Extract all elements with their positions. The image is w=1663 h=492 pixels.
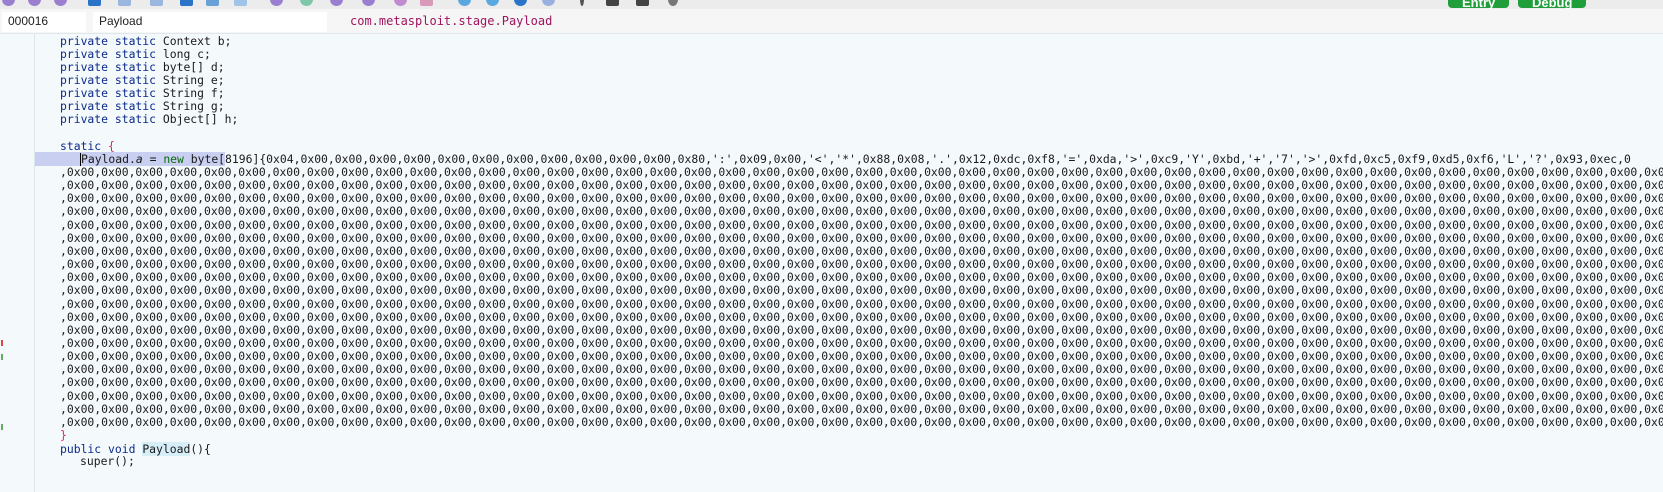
byte-array-row: ,0x00,0x00,0x00,0x00,0x00,0x00,0x00,0x00… bbox=[60, 204, 1663, 219]
byte-array-row: ,0x00,0x00,0x00,0x00,0x00,0x00,0x00,0x00… bbox=[60, 375, 1663, 390]
code-keyword: static bbox=[60, 139, 102, 153]
ellipsis-icon[interactable] bbox=[668, 0, 678, 6]
code-keyword: private static bbox=[60, 34, 157, 48]
byte-array-row: ,0x00,0x00,0x00,0x00,0x00,0x00,0x00,0x00… bbox=[60, 349, 1663, 364]
more-icon[interactable] bbox=[542, 0, 555, 6]
code-text: Context b; bbox=[156, 34, 232, 48]
byte-array-row: ,0x00,0x00,0x00,0x00,0x00,0x00,0x00,0x00… bbox=[60, 217, 1663, 232]
open-brace: { bbox=[108, 139, 115, 153]
code-text: = bbox=[142, 152, 164, 166]
code-line: Payload.a = new byte[8196]{0x04,0x00,0x0… bbox=[80, 152, 1631, 166]
code-keyword: private static bbox=[60, 112, 157, 126]
tool2-icon[interactable] bbox=[206, 0, 219, 6]
byte-array-row: ,0x00,0x00,0x00,0x00,0x00,0x00,0x00,0x00… bbox=[60, 178, 1663, 193]
byte-array-row: ,0x00,0x00,0x00,0x00,0x00,0x00,0x00,0x00… bbox=[60, 322, 1663, 337]
link-icon[interactable] bbox=[362, 0, 375, 6]
circle-b-icon[interactable] bbox=[270, 0, 283, 6]
class-path-label: com.metasploit.stage.Payload bbox=[350, 14, 553, 28]
reload-icon[interactable] bbox=[54, 0, 67, 6]
code-text: String f; bbox=[156, 86, 225, 100]
back-icon[interactable] bbox=[2, 0, 15, 6]
code-line: private static Context b; bbox=[60, 34, 231, 48]
square-icon[interactable] bbox=[514, 0, 527, 6]
code-keyword: private static bbox=[60, 47, 157, 61]
code-line: private static Object[] h; bbox=[60, 112, 238, 126]
code-text: super(); bbox=[80, 454, 135, 468]
code-text: byte[] d; bbox=[156, 60, 225, 74]
code-line: private static String g; bbox=[60, 99, 225, 113]
byte-array-row: ,0x00,0x00,0x00,0x00,0x00,0x00,0x00,0x00… bbox=[60, 401, 1663, 416]
code-editor[interactable]: private static Context b; private static… bbox=[35, 34, 1663, 492]
film-icon[interactable] bbox=[580, 0, 584, 6]
line-gutter bbox=[0, 34, 35, 492]
nav-right-icon[interactable] bbox=[118, 0, 131, 6]
camera-icon[interactable] bbox=[606, 0, 619, 6]
code-text: long c; bbox=[156, 47, 211, 61]
byte-array-row: ,0x00,0x00,0x00,0x00,0x00,0x00,0x00,0x00… bbox=[60, 270, 1663, 285]
debug-button[interactable]: Debug bbox=[1518, 0, 1587, 9]
tool-icon[interactable] bbox=[180, 0, 193, 6]
class-name-field[interactable]: Payload bbox=[93, 12, 327, 32]
toolbar: Entry Debug bbox=[0, 0, 1663, 9]
class-index-field[interactable]: 000016 bbox=[2, 12, 86, 32]
code-keyword: private static bbox=[60, 99, 157, 113]
byte-array-row: ,0x00,0x00,0x00,0x00,0x00,0x00,0x00,0x00… bbox=[60, 335, 1663, 350]
code-text: String g; bbox=[156, 99, 225, 113]
nav-left-icon[interactable] bbox=[88, 0, 101, 6]
breakpoint-marker[interactable] bbox=[1, 424, 3, 430]
byte-array-row: ,0x00,0x00,0x00,0x00,0x00,0x00,0x00,0x00… bbox=[60, 283, 1663, 298]
byte-array-row: ,0x00,0x00,0x00,0x00,0x00,0x00,0x00,0x00… bbox=[60, 191, 1663, 206]
close-brace: } bbox=[60, 428, 67, 442]
code-line: private static String f; bbox=[60, 86, 225, 100]
code-keyword: new bbox=[163, 152, 184, 166]
dots-icon[interactable] bbox=[486, 0, 499, 6]
code-line: private static byte[] d; bbox=[60, 60, 225, 74]
byte-array-row: ,0x00,0x00,0x00,0x00,0x00,0x00,0x00,0x00… bbox=[60, 165, 1663, 179]
class-info-bar: 000016 Payload com.metasploit.stage.Payl… bbox=[0, 9, 1663, 34]
code-line: super(); bbox=[80, 454, 135, 468]
code-text: Object[] h; bbox=[156, 112, 239, 126]
breakpoint-marker[interactable] bbox=[1, 354, 3, 360]
breakpoint-marker[interactable] bbox=[1, 340, 3, 346]
circle-a-icon[interactable] bbox=[234, 0, 247, 6]
forward-icon[interactable] bbox=[28, 0, 41, 6]
box-icon[interactable] bbox=[420, 0, 433, 6]
byte-array-row: ,0x00,0x00,0x00,0x00,0x00,0x00,0x00,0x00… bbox=[60, 362, 1663, 377]
byte-array-row: ,0x00,0x00,0x00,0x00,0x00,0x00,0x00,0x00… bbox=[60, 243, 1663, 258]
code-text: String e; bbox=[156, 73, 225, 87]
code-line: } bbox=[60, 428, 67, 442]
code-line: private static long c; bbox=[60, 47, 211, 61]
byte-array-row: ,0x00,0x00,0x00,0x00,0x00,0x00,0x00,0x00… bbox=[60, 230, 1663, 245]
entry-button[interactable]: Entry bbox=[1448, 0, 1510, 9]
code-keyword: private static bbox=[60, 60, 157, 74]
monitor-icon[interactable] bbox=[636, 0, 649, 6]
method-name: Payload bbox=[142, 442, 191, 456]
code-text: byte[8196]{0x04,0x00,0x00,0x00,0x00,0x00… bbox=[183, 152, 1631, 166]
wave-icon[interactable] bbox=[458, 0, 471, 6]
byte-array-row: ,0x00,0x00,0x00,0x00,0x00,0x00,0x00,0x00… bbox=[60, 296, 1663, 311]
code-text: Payload. bbox=[81, 152, 136, 166]
byte-array-row: ,0x00,0x00,0x00,0x00,0x00,0x00,0x00,0x00… bbox=[60, 309, 1663, 324]
globe-icon[interactable] bbox=[394, 0, 407, 6]
code-line: private static String e; bbox=[60, 73, 225, 87]
code-keyword: private static bbox=[60, 86, 157, 100]
code-line: static { bbox=[60, 139, 115, 153]
gear-icon[interactable] bbox=[330, 0, 343, 6]
code-keyword: private static bbox=[60, 73, 157, 87]
code-text: (){ bbox=[190, 442, 211, 456]
byte-array-row: ,0x00,0x00,0x00,0x00,0x00,0x00,0x00,0x00… bbox=[60, 414, 1663, 429]
pin-icon[interactable] bbox=[150, 0, 163, 6]
byte-array-row: ,0x00,0x00,0x00,0x00,0x00,0x00,0x00,0x00… bbox=[60, 257, 1663, 272]
byte-array-row: ,0x00,0x00,0x00,0x00,0x00,0x00,0x00,0x00… bbox=[60, 388, 1663, 403]
circle-c-icon[interactable] bbox=[300, 0, 313, 6]
field-name: a bbox=[135, 152, 143, 166]
